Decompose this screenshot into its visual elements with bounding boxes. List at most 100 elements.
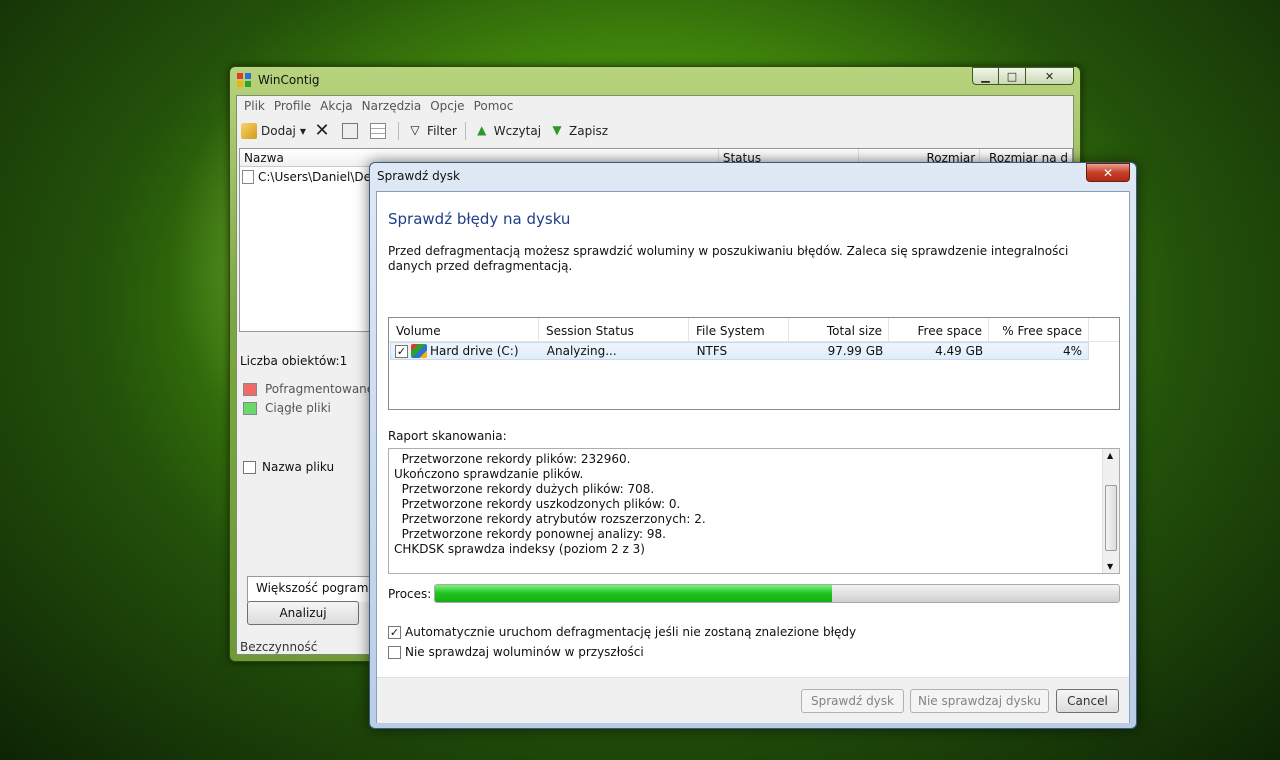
auto-defrag-label: Automatycznie uruchom defragmentację jeś… — [405, 625, 857, 639]
column-free-pct[interactable]: % Free space — [989, 318, 1089, 341]
check-disk-button[interactable]: Sprawdź dysk — [801, 689, 904, 713]
scan-scrollbar[interactable]: ▲ ▼ — [1102, 449, 1119, 573]
dialog-close-button[interactable]: ✕ — [1086, 163, 1130, 182]
close-button[interactable]: ✕ — [1026, 67, 1074, 85]
file-path: C:\Users\Daniel\Desk — [258, 170, 385, 184]
progress-bar — [434, 584, 1120, 603]
hard-drive-icon — [411, 344, 427, 358]
add-label: Dodaj — [261, 124, 296, 138]
tab-most-fragmented[interactable]: Większość pograme — [247, 576, 387, 602]
maximize-button[interactable]: □ — [999, 67, 1026, 85]
scan-line: Ukończono sprawdzanie plików. — [394, 467, 584, 481]
scan-line: Przetworzone rekordy ponownej analizy: 9… — [394, 527, 666, 541]
dialog-title: Sprawdź dysk — [377, 169, 460, 183]
cancel-button[interactable]: Cancel — [1056, 689, 1119, 713]
grid-icon — [370, 123, 387, 139]
column-file-system[interactable]: File System — [689, 318, 789, 341]
analyze-button[interactable]: Analizuj — [247, 601, 359, 625]
option-skip-future[interactable]: Nie sprawdzaj woluminów w przyszłości — [388, 645, 644, 659]
toolbar-separator — [464, 122, 466, 140]
load-button[interactable]: ▲ Wczytaj — [474, 123, 541, 139]
menu-akcja[interactable]: Akcja — [317, 96, 358, 116]
option-auto-defrag[interactable]: ✓ Automatycznie uruchom defragmentację j… — [388, 625, 856, 639]
object-count: Liczba obiektów:1 — [240, 354, 348, 368]
column-free-space[interactable]: Free space — [889, 318, 989, 341]
menu-opcje[interactable]: Opcje — [427, 96, 470, 116]
menu-plik[interactable]: Plik — [241, 96, 271, 116]
dialog-footer: Sprawdź dysk Nie sprawdzaj dysku Cancel — [377, 677, 1129, 723]
delete-x-icon: ✕ — [314, 120, 330, 141]
load-label: Wczytaj — [493, 124, 542, 138]
menu-pomoc[interactable]: Pomoc — [471, 96, 520, 116]
file-icon — [242, 170, 254, 184]
volume-list[interactable]: Volume Session Status File System Total … — [388, 317, 1120, 410]
toolbar-separator — [398, 122, 400, 140]
dialog-heading: Sprawdź błędy na dysku — [388, 210, 571, 228]
save-button[interactable]: ▼ Zapisz — [549, 123, 608, 139]
progress-label: Proces: — [388, 587, 432, 601]
file-system: NTFS — [696, 344, 728, 358]
properties-button[interactable] — [342, 123, 362, 139]
minimize-button[interactable]: ▁ — [972, 67, 999, 85]
scan-line: Przetworzone rekordy plików: 232960. — [394, 452, 631, 466]
progress-fill — [435, 585, 832, 602]
load-icon: ▲ — [477, 123, 487, 137]
scan-report-box[interactable]: Przetworzone rekordy plików: 232960. Uko… — [388, 448, 1120, 574]
window-title: WinContig — [258, 73, 320, 87]
filename-header: Nazwa pliku — [239, 458, 379, 476]
free-space: 4.49 GB — [935, 344, 984, 358]
save-icon: ▼ — [552, 123, 562, 137]
scan-line: Przetworzone rekordy uszkodzonych plików… — [394, 497, 681, 511]
filter-label: Filter — [427, 124, 457, 138]
session-status: Analyzing... — [546, 344, 617, 358]
add-button[interactable]: Dodaj ▼ — [241, 123, 306, 139]
filter-button[interactable]: ▽ Filter — [407, 123, 457, 139]
skip-future-label: Nie sprawdzaj woluminów w przyszłości — [405, 645, 644, 659]
grid-button[interactable] — [370, 123, 390, 139]
scroll-up-icon[interactable]: ▲ — [1107, 451, 1113, 460]
column-total-size[interactable]: Total size — [789, 318, 889, 341]
properties-icon — [342, 123, 359, 139]
free-pct: 4% — [1062, 344, 1082, 358]
legend-label: Ciągłe pliki — [265, 401, 331, 415]
dialog-description: Przed defragmentacją możesz sprawdzić wo… — [388, 244, 1069, 273]
filename-label: Nazwa pliku — [262, 460, 335, 474]
caption-buttons: ▁ □ ✕ — [972, 67, 1074, 85]
app-icon — [237, 73, 251, 87]
volume-checkbox[interactable]: ✓ — [395, 344, 408, 358]
scan-line: Przetworzone rekordy dużych plików: 708. — [394, 482, 655, 496]
scan-line: Przetworzone rekordy atrybutów rozszerzo… — [394, 512, 706, 526]
red-swatch-icon — [243, 382, 257, 396]
dropdown-arrow-icon: ▼ — [299, 126, 307, 136]
legend-item-contiguous: Ciągłe pliki — [243, 401, 386, 415]
menu-profile[interactable]: Profile — [271, 96, 317, 116]
column-session-status[interactable]: Session Status — [539, 318, 689, 341]
dialog-client: Sprawdź błędy na dysku Przed defragmenta… — [376, 191, 1130, 723]
scan-report-label: Raport skanowania: — [388, 429, 507, 443]
menu-bar: Plik Profile Akcja Narzędzia Opcje Pomoc — [237, 96, 1073, 116]
auto-defrag-checkbox[interactable]: ✓ — [388, 625, 401, 639]
total-size: 97.99 GB — [827, 344, 884, 358]
delete-button[interactable]: ✕ — [314, 120, 334, 141]
legend-item-fragmented: Pofragmentowane p — [243, 382, 386, 396]
scan-line: CHKDSK sprawdza indeksy (poziom 2 z 3) — [394, 542, 645, 556]
scroll-thumb[interactable] — [1105, 485, 1117, 551]
skip-future-checkbox[interactable] — [388, 645, 401, 659]
legend: Pofragmentowane p Ciągłe pliki — [243, 382, 386, 420]
legend-label: Pofragmentowane p — [265, 382, 386, 396]
select-all-checkbox[interactable] — [243, 460, 256, 474]
close-icon: ✕ — [1102, 165, 1114, 180]
filter-funnel-icon: ▽ — [410, 123, 420, 137]
green-swatch-icon — [243, 401, 257, 415]
menu-narzedzia[interactable]: Narzędzia — [359, 96, 428, 116]
scroll-down-icon[interactable]: ▼ — [1107, 562, 1113, 571]
scan-report-text: Przetworzone rekordy plików: 232960. Uko… — [394, 452, 706, 557]
table-row[interactable]: ✓ Hard drive (C:) Analyzing... NTFS 97.9… — [390, 342, 1089, 360]
close-icon: ✕ — [1044, 69, 1055, 83]
status-bar: Bezczynność — [240, 640, 318, 654]
skip-check-button[interactable]: Nie sprawdzaj dysku — [910, 689, 1049, 713]
column-volume[interactable]: Volume — [389, 318, 539, 341]
minimize-icon: ▁ — [981, 69, 990, 83]
check-disk-dialog: Sprawdź dysk ✕ Sprawdź błędy na dysku Pr… — [369, 162, 1137, 729]
volume-name: Hard drive (C:) — [430, 344, 519, 358]
